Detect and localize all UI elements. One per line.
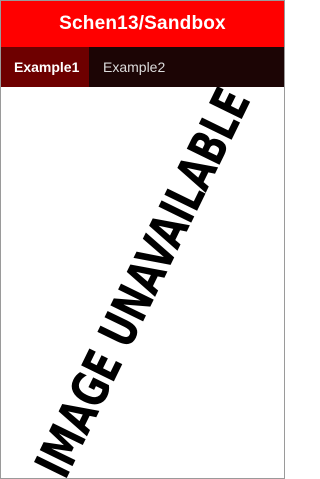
content-area: IMAGE UNAVAILABLE — [1, 87, 284, 478]
tab-bar: Example1 Example2 — [1, 47, 284, 87]
app-header: Schen13/Sandbox — [1, 1, 284, 47]
image-unavailable-text: IMAGE UNAVAILABLE — [23, 87, 262, 478]
app-title: Schen13/Sandbox — [59, 13, 226, 34]
app-frame: Schen13/Sandbox Example1 Example2 IMAGE … — [0, 0, 285, 479]
tab-example2[interactable]: Example2 — [89, 47, 178, 87]
tab-example1[interactable]: Example1 — [1, 47, 89, 87]
image-unavailable-placeholder: IMAGE UNAVAILABLE — [1, 87, 284, 478]
